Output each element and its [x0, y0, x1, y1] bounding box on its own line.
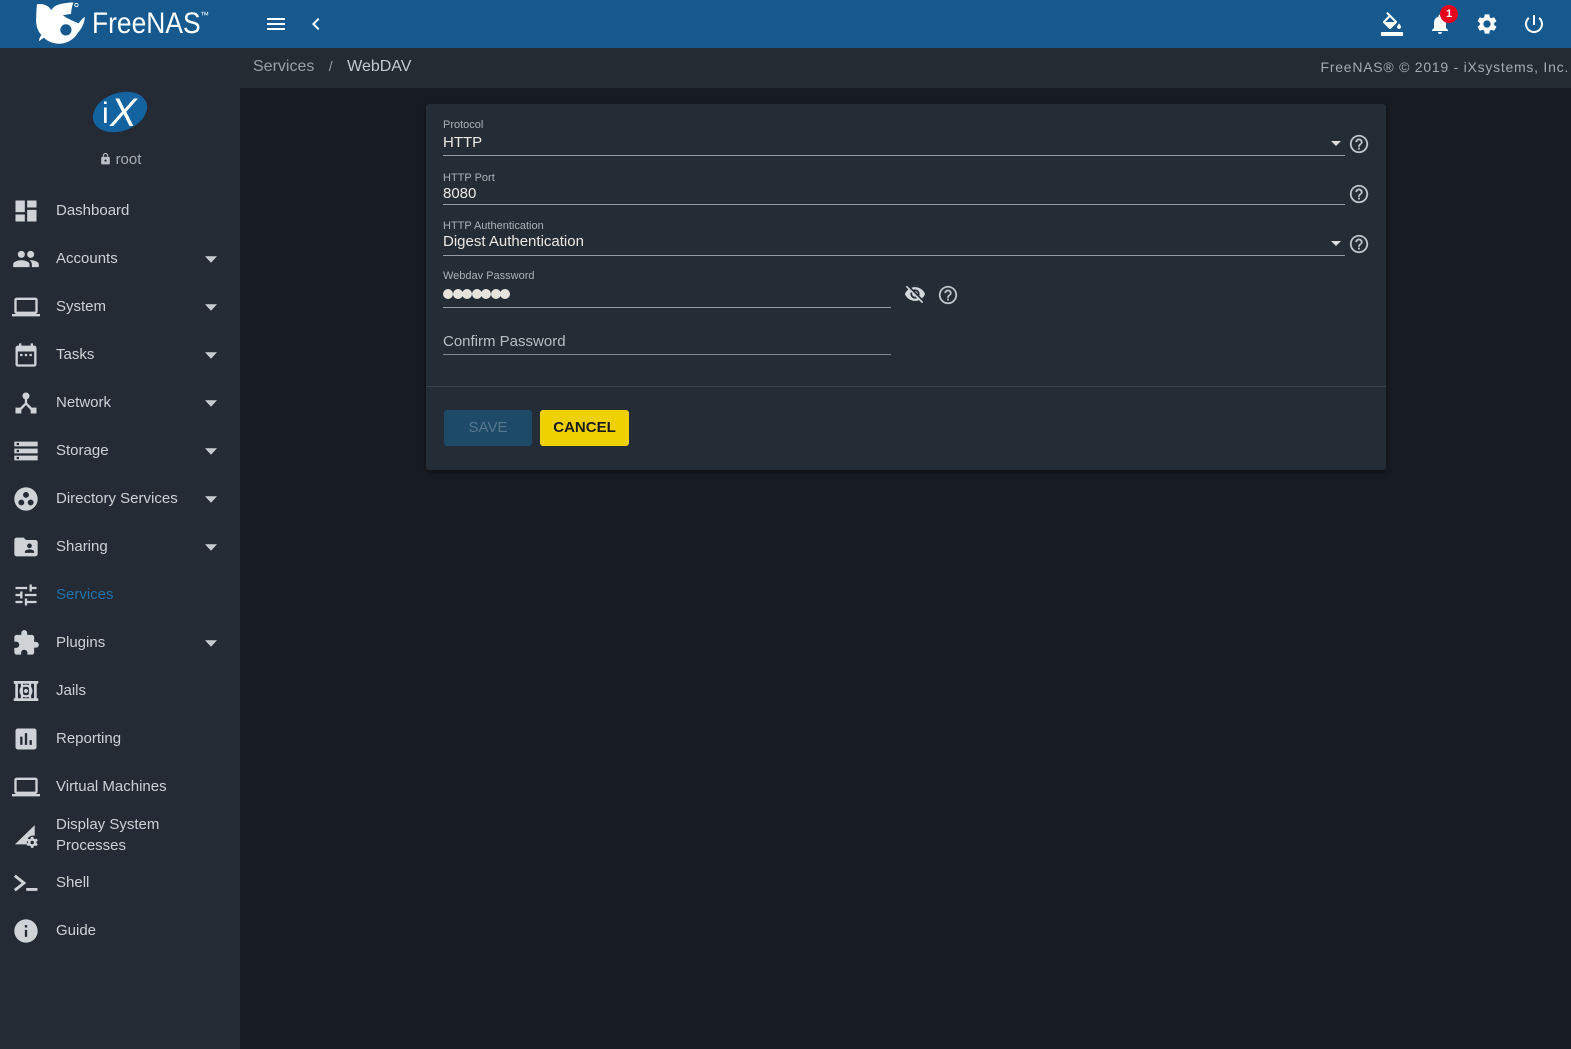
svg-text:i: i: [102, 97, 109, 130]
svg-text:X: X: [109, 91, 138, 135]
